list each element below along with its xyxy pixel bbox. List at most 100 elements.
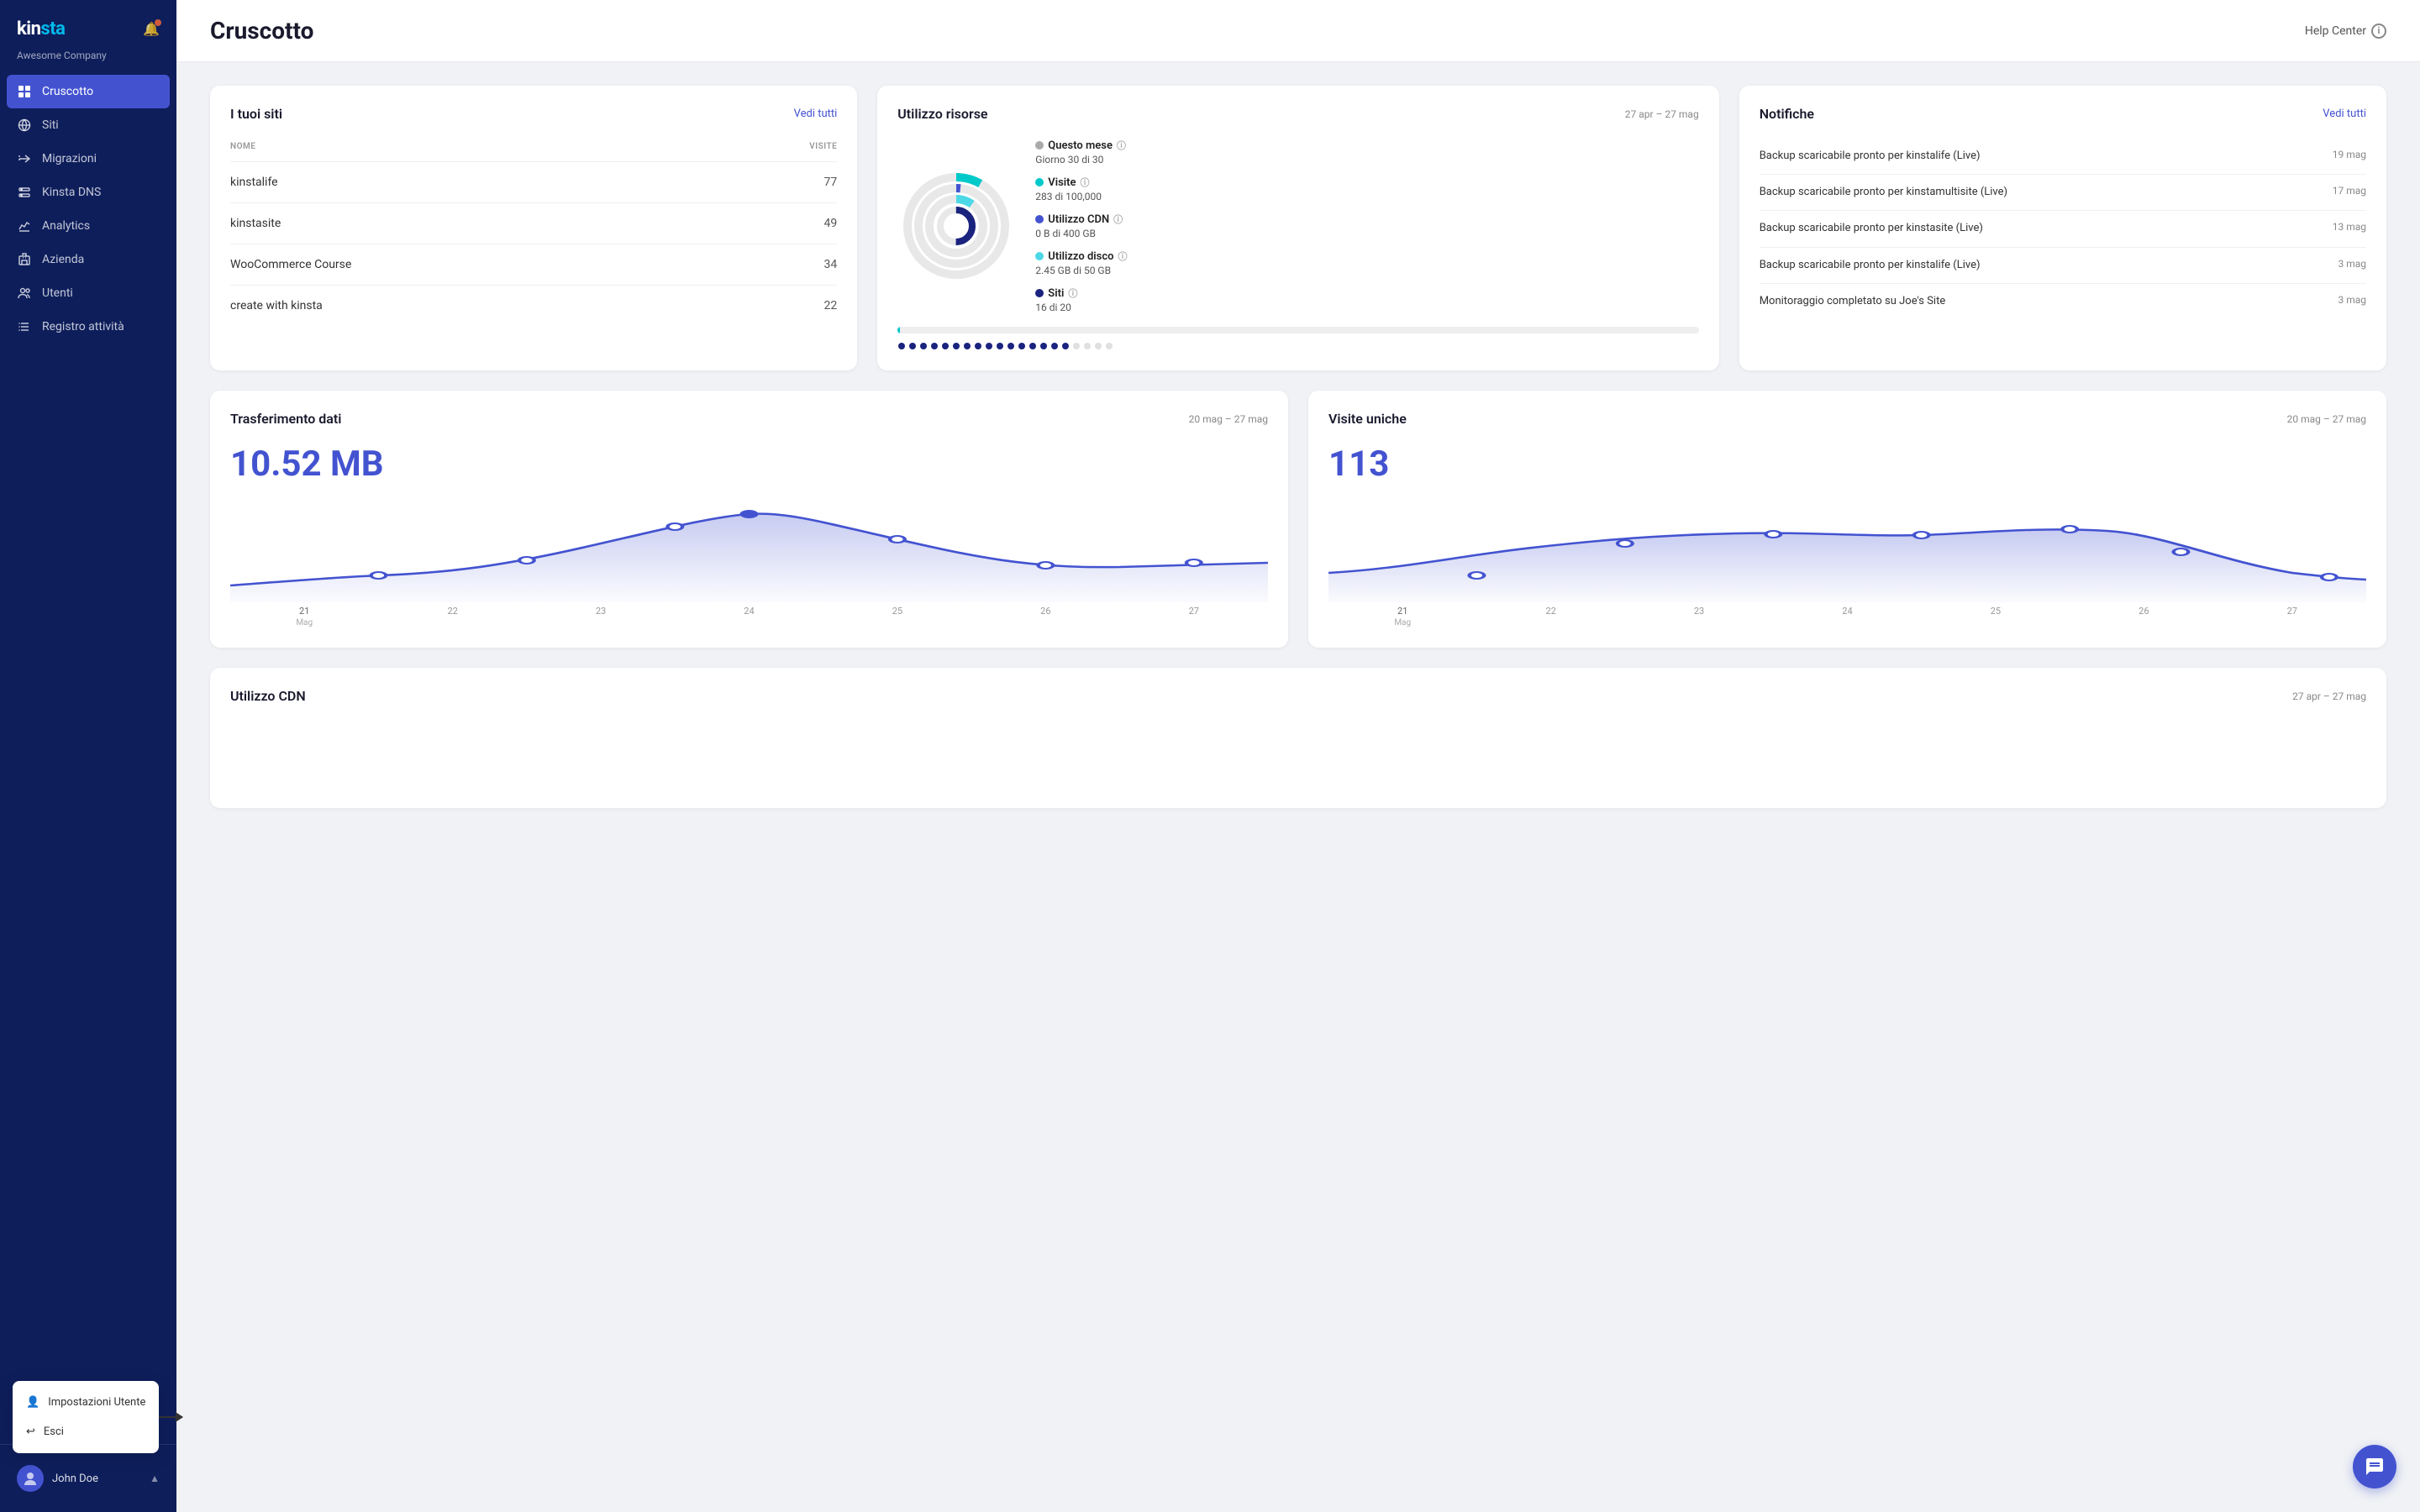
sidebar-item-registro-attivita[interactable]: Registro attività [0,310,176,344]
cdn-card-title: Utilizzo CDN [230,688,306,704]
data-transfer-chart [230,501,1268,602]
unique-visits-card: Visite uniche 20 mag – 27 mag 113 [1308,391,2386,648]
sidebar-item-siti[interactable]: Siti [0,108,176,142]
popup-arrow [159,1416,182,1418]
users-icon [17,286,32,301]
dot-teal-visite [1035,178,1044,186]
data-transfer-title: Trasferimento dati [230,411,341,427]
sidebar-item-utenti[interactable]: Utenti [0,276,176,310]
notif-date: 3 mag [2338,294,2366,306]
uv-x-label-26: 26 [2070,606,2217,627]
sidebar-logo-area: kinsta 🔔 [0,0,176,48]
logout-label: Esci [44,1425,64,1438]
sidebar-label-analytics: Analytics [42,219,90,233]
logo: kinsta [17,18,65,39]
top-row: I tuoi siti Vedi tutti NOME VISITE kinst… [210,86,2386,370]
list-icon [17,319,32,334]
notification-item: Backup scaricabile pronto per kinstalife… [1760,139,2366,175]
notif-date: 3 mag [2338,258,2366,270]
sidebar-label-cruscotto: Cruscotto [42,85,93,98]
user-popup-menu: 👤 Impostazioni Utente ↩ Esci [13,1381,159,1453]
notifications-view-all-link[interactable]: Vedi tutti [2323,108,2366,120]
sidebar-label-azienda: Azienda [42,253,84,266]
x-label-22: 22 [378,606,526,627]
x-label-27: 27 [1120,606,1268,627]
notification-item: Backup scaricabile pronto per kinstalife… [1760,248,2366,284]
uv-x-label-23: 23 [1625,606,1773,627]
siti-value: 16 di 20 [1035,302,1698,313]
company-name: Awesome Company [0,48,176,75]
bell-icon[interactable]: 🔔 [143,21,160,37]
notifications-card-title: Notifiche [1760,106,1814,122]
uv-x-label-27: 27 [2218,606,2366,627]
sites-card-title: I tuoi siti [230,106,282,122]
sites-card-header: I tuoi siti Vedi tutti [230,106,837,122]
visite-value: 283 di 100,000 [1035,191,1698,202]
x-label-26: 26 [971,606,1119,627]
progress-dots-area: // Generate dots inline document.addEven… [897,342,1698,350]
table-row[interactable]: kinstasite49 [230,203,837,244]
logout-icon: ↩ [26,1425,35,1438]
notifications-card: Notifiche Vedi tutti Backup scaricabile … [1739,86,2386,370]
chevron-up-icon: ▲ [150,1473,160,1484]
info-icon-questo-mese[interactable]: ⓘ [1117,139,1126,152]
dot-blue-cdn [1035,215,1044,223]
sites-view-all-link[interactable]: Vedi tutti [794,108,838,120]
legend-disco: Utilizzo disco ⓘ 2.45 GB di 50 GB [1035,249,1698,276]
unique-visits-chart [1328,501,2366,602]
sidebar-item-kinsta-dns[interactable]: Kinsta DNS [0,176,176,209]
table-row[interactable]: WooCommerce Course34 [230,244,837,286]
user-section[interactable]: John Doe ▲ [0,1455,176,1502]
progress-section: // Generate dots inline document.addEven… [897,327,1698,350]
help-center-button[interactable]: Help Center i [2305,24,2386,39]
questo-mese-value: Giorno 30 di 30 [1035,154,1698,165]
uv-x-label-24: 24 [1773,606,1921,627]
data-transfer-svg [230,501,1268,602]
site-visits: 49 [724,203,837,244]
sidebar-item-migrazioni[interactable]: Migrazioni [0,142,176,176]
notif-text: Backup scaricabile pronto per kinstalife… [1760,149,2323,164]
unique-visits-date: 20 mag – 27 mag [2287,413,2366,425]
cdn-row: Utilizzo CDN 27 apr – 27 mag [210,668,2386,808]
resource-legend: Questo mese ⓘ Giorno 30 di 30 Visite ⓘ 2… [1035,139,1698,313]
info-icon-visite[interactable]: ⓘ [1081,176,1090,189]
notification-item: Monitoraggio completato su Joe's Site3 m… [1760,284,2366,319]
logout-menu-item[interactable]: ↩ Esci [13,1417,159,1446]
sidebar-label-utenti: Utenti [42,286,73,300]
bottom-row: Trasferimento dati 20 mag – 27 mag 10.52… [210,391,2386,648]
notif-text: Backup scaricabile pronto per kinstamult… [1760,185,2323,200]
dot-gray [1035,141,1044,150]
table-row[interactable]: create with kinsta22 [230,286,837,327]
cdn-card: Utilizzo CDN 27 apr – 27 mag [210,668,2386,808]
user-settings-label: Impostazioni Utente [48,1396,145,1409]
main-content-area: Cruscotto Help Center i I tuoi siti Vedi… [176,0,2420,1512]
info-icon-cdn[interactable]: ⓘ [1113,213,1123,226]
site-name: kinstasite [230,203,724,244]
cdn-value: 0 B di 400 GB [1035,228,1698,239]
data-transfer-header: Trasferimento dati 20 mag – 27 mag [230,411,1268,427]
table-row[interactable]: kinstalife77 [230,162,837,203]
info-icon-disco[interactable]: ⓘ [1118,249,1128,263]
sidebar: kinsta 🔔 Awesome Company Cruscotto [0,0,176,1512]
sidebar-bottom: John Doe ▲ [0,1444,176,1512]
notifications-list: Backup scaricabile pronto per kinstalife… [1760,139,2366,319]
sidebar-item-azienda[interactable]: Azienda [0,243,176,276]
notif-date: 19 mag [2333,149,2366,160]
sites-table: NOME VISITE kinstalife77kinstasite49WooC… [230,139,837,326]
user-settings-menu-item[interactable]: 👤 Impostazioni Utente [13,1388,159,1417]
site-visits: 34 [724,244,837,286]
disco-value: 2.45 GB di 50 GB [1035,265,1698,276]
unique-visits-header: Visite uniche 20 mag – 27 mag [1328,411,2366,427]
donut-chart [897,167,1015,285]
user-settings-icon: 👤 [26,1396,39,1409]
legend-siti: Siti ⓘ 16 di 20 [1035,286,1698,313]
info-icon-siti[interactable]: ⓘ [1068,286,1077,300]
legend-visite: Visite ⓘ 283 di 100,000 [1035,176,1698,202]
sidebar-item-analytics[interactable]: Analytics [0,209,176,243]
cdn-card-header: Utilizzo CDN 27 apr – 27 mag [230,688,2366,704]
chat-button[interactable] [2353,1445,2396,1488]
arrow-right-icon [17,151,32,166]
x-label-23: 23 [527,606,675,627]
site-visits: 22 [724,286,837,327]
sidebar-item-cruscotto[interactable]: Cruscotto [7,75,170,108]
